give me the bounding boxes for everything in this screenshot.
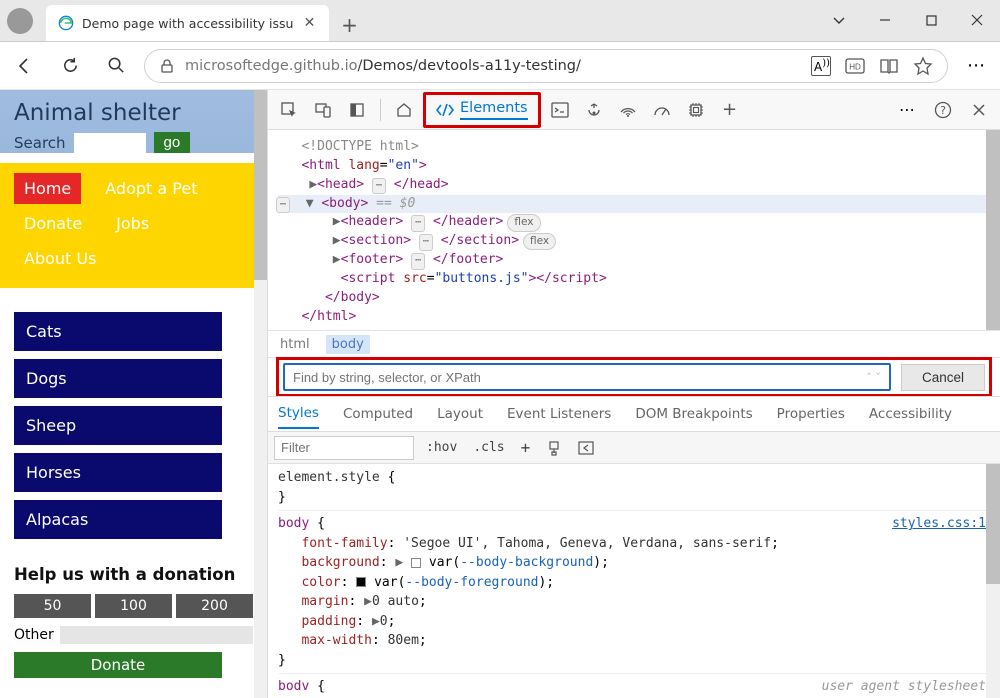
- css-source-link[interactable]: styles.css:1: [892, 514, 986, 534]
- search-nav[interactable]: ˄ ˅: [866, 371, 881, 384]
- devtools-panel: Elements + ⋯ ? <!DOCTYPE html> <html lan…: [267, 90, 1000, 698]
- maximize-button[interactable]: [908, 0, 954, 41]
- network-icon[interactable]: [613, 95, 643, 125]
- computed-toggle-icon[interactable]: [574, 439, 598, 457]
- profile-button[interactable]: [0, 1, 40, 41]
- rendered-page: Animal shelter Search go Home Adopt a Pe…: [0, 90, 267, 698]
- brush-icon[interactable]: [542, 438, 566, 458]
- nav-about[interactable]: About Us: [14, 243, 106, 274]
- new-rule-icon[interactable]: +: [517, 436, 535, 459]
- refresh-button[interactable]: [52, 48, 88, 84]
- dom-scrollbar[interactable]: [986, 130, 1000, 330]
- hov-button[interactable]: :hov: [422, 438, 461, 457]
- sources-icon[interactable]: [579, 95, 609, 125]
- device-icon[interactable]: [308, 95, 338, 125]
- tab-accessibility[interactable]: Accessibility: [869, 406, 952, 422]
- page-title: Animal shelter: [14, 100, 253, 126]
- tab-computed[interactable]: Computed: [343, 406, 413, 422]
- amount-50[interactable]: 50: [14, 594, 91, 618]
- tab-properties[interactable]: Properties: [777, 406, 845, 422]
- user-agent-label: user agent stylesheet: [822, 677, 986, 697]
- favorite-icon[interactable]: [913, 56, 933, 76]
- search-cancel-button[interactable]: Cancel: [901, 364, 985, 391]
- tab-dombreakpoints[interactable]: DOM Breakpoints: [635, 406, 752, 422]
- new-tab-button[interactable]: +: [333, 9, 365, 41]
- donation-heading: Help us with a donation: [14, 565, 253, 584]
- css-rules[interactable]: element.style { } body {styles.css:1 fon…: [268, 464, 1000, 698]
- styles-tabs: Styles Computed Layout Event Listeners D…: [268, 396, 1000, 432]
- dom-search-box[interactable]: ˄ ˅: [283, 363, 891, 391]
- tab-close-button[interactable]: ✕: [301, 15, 317, 31]
- dom-tree[interactable]: <!DOCTYPE html> <html lang="en"> ▶<head>…: [268, 130, 1000, 330]
- amount-100[interactable]: 100: [95, 594, 172, 618]
- tab-styles[interactable]: Styles: [278, 405, 319, 429]
- help-icon[interactable]: ?: [928, 95, 958, 125]
- lock-icon: [159, 58, 175, 74]
- page-scrollbar[interactable]: [254, 90, 267, 698]
- other-label: Other: [14, 627, 54, 643]
- read-aloud-icon[interactable]: A)): [811, 56, 831, 76]
- cls-button[interactable]: .cls: [469, 438, 508, 457]
- edge-icon: [58, 15, 74, 31]
- memory-icon[interactable]: [681, 95, 711, 125]
- go-button[interactable]: go: [154, 132, 191, 153]
- performance-icon[interactable]: [647, 95, 677, 125]
- link-cats[interactable]: Cats: [14, 312, 222, 351]
- tab-layout[interactable]: Layout: [437, 406, 483, 422]
- elements-tab[interactable]: Elements: [428, 96, 536, 124]
- search-highlight: ˄ ˅ Cancel: [276, 357, 992, 397]
- add-tab-icon[interactable]: +: [715, 95, 745, 125]
- devtools-close-icon[interactable]: [964, 95, 994, 125]
- hd-icon[interactable]: HD: [845, 56, 865, 76]
- other-amount-input[interactable]: [60, 626, 253, 644]
- breadcrumb[interactable]: html body: [268, 330, 1000, 358]
- caret-down-icon[interactable]: [816, 0, 862, 41]
- donate-button[interactable]: Donate: [14, 652, 222, 678]
- main-nav: Home Adopt a Pet Donate Jobs About Us: [0, 163, 267, 288]
- nav-adopt[interactable]: Adopt a Pet: [95, 173, 207, 204]
- amount-200[interactable]: 200: [176, 594, 253, 618]
- link-dogs[interactable]: Dogs: [14, 359, 222, 398]
- css-scrollbar[interactable]: [986, 464, 1000, 698]
- browser-tab[interactable]: Demo page with accessibility issu ✕: [46, 5, 329, 41]
- url-text: microsoftedge.github.io/Demos/devtools-a…: [185, 58, 581, 74]
- search-icon[interactable]: [98, 48, 134, 84]
- minimize-button[interactable]: [862, 0, 908, 41]
- tab-title: Demo page with accessibility issu: [82, 16, 293, 31]
- svg-text:HD: HD: [849, 62, 861, 71]
- reader-icon[interactable]: [879, 56, 899, 76]
- settings-menu-icon[interactable]: ⋯: [958, 48, 994, 84]
- link-sheep[interactable]: Sheep: [14, 406, 222, 445]
- address-toolbar: microsoftedge.github.io/Demos/devtools-a…: [0, 42, 1000, 90]
- devtools-menu-icon[interactable]: ⋯: [892, 95, 922, 125]
- nav-home[interactable]: Home: [14, 173, 81, 204]
- welcome-icon[interactable]: [389, 95, 419, 125]
- bc-body[interactable]: body: [326, 335, 370, 354]
- window-controls: [816, 0, 1000, 41]
- dock-icon[interactable]: [342, 95, 372, 125]
- styles-toolbar: :hov .cls +: [268, 432, 1000, 464]
- close-window-button[interactable]: [954, 0, 1000, 41]
- inspect-icon[interactable]: [274, 95, 304, 125]
- link-alpacas[interactable]: Alpacas: [14, 500, 222, 539]
- bc-html[interactable]: html: [280, 337, 310, 352]
- search-label: Search: [14, 134, 66, 152]
- page-search-input[interactable]: [74, 133, 146, 153]
- titlebar: Demo page with accessibility issu ✕ +: [0, 0, 1000, 42]
- styles-filter-input[interactable]: [274, 436, 414, 460]
- tab-eventlisteners[interactable]: Event Listeners: [507, 406, 611, 422]
- nav-jobs[interactable]: Jobs: [106, 208, 159, 239]
- nav-donate[interactable]: Donate: [14, 208, 92, 239]
- elements-tab-highlight: Elements: [423, 92, 541, 128]
- dom-search-input[interactable]: [293, 370, 866, 385]
- link-horses[interactable]: Horses: [14, 453, 222, 492]
- address-bar[interactable]: microsoftedge.github.io/Demos/devtools-a…: [144, 49, 948, 83]
- svg-text:?: ?: [940, 104, 946, 117]
- console-icon[interactable]: [545, 95, 575, 125]
- back-button[interactable]: [6, 48, 42, 84]
- devtools-toolbar: Elements + ⋯ ?: [268, 90, 1000, 130]
